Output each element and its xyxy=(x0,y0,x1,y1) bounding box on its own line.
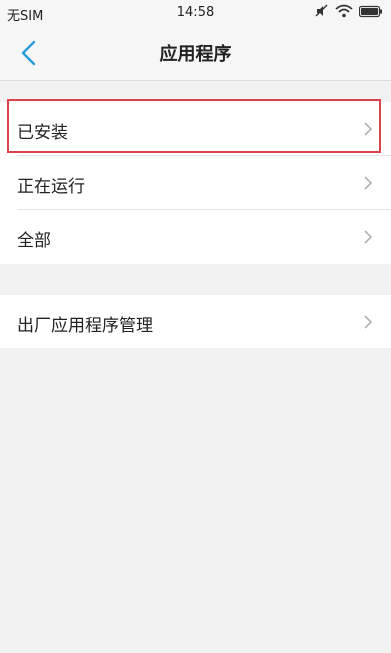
list-item-label: 出厂应用程序管理 xyxy=(17,316,153,336)
battery-icon xyxy=(359,5,383,18)
list-item-installed[interactable]: 已安装 xyxy=(0,102,391,156)
screen: 无SIM 14:58 应用程序 已安装 正在运行 全部 出厂应用程序管理 xyxy=(0,0,391,653)
chevron-right-icon xyxy=(364,122,373,136)
list-item-label: 正在运行 xyxy=(17,177,85,197)
list-item-running[interactable]: 正在运行 xyxy=(0,156,391,210)
wifi-icon xyxy=(335,4,353,18)
status-bar: 无SIM 14:58 xyxy=(0,0,391,26)
status-icons xyxy=(315,4,383,18)
mute-icon xyxy=(315,4,329,18)
factory-apps-group: 出厂应用程序管理 xyxy=(0,295,391,348)
chevron-right-icon xyxy=(364,315,373,329)
list-item-label: 全部 xyxy=(17,231,51,251)
list-item-factory-apps[interactable]: 出厂应用程序管理 xyxy=(0,295,391,349)
chevron-right-icon xyxy=(364,230,373,244)
chevron-right-icon xyxy=(364,176,373,190)
page-title: 应用程序 xyxy=(159,44,232,65)
list-item-label: 已安装 xyxy=(17,123,68,143)
app-list-group: 已安装 正在运行 全部 xyxy=(0,102,391,264)
list-item-all[interactable]: 全部 xyxy=(0,210,391,264)
app-header: 应用程序 xyxy=(0,26,391,81)
